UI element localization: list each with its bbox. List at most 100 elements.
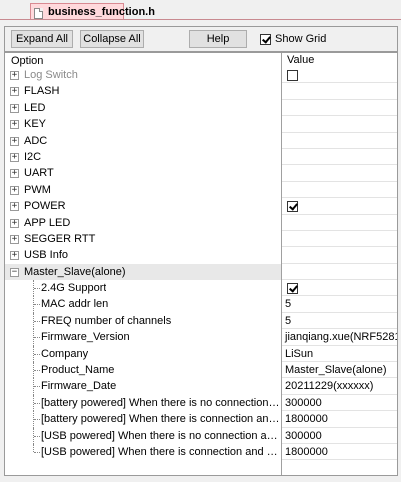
value-cell[interactable]: 5 bbox=[282, 313, 397, 330]
option-cell[interactable]: + Log Switch bbox=[5, 67, 281, 83]
option-cell[interactable]: + LED bbox=[5, 100, 281, 116]
collapse-icon[interactable]: − bbox=[10, 267, 19, 277]
value-cell[interactable]: Master_Slave(alone) bbox=[282, 362, 397, 379]
property-row-battery-powered-when-there-is-no-connect[interactable]: [battery powered] When there is no conne… bbox=[5, 394, 397, 412]
value-cell[interactable] bbox=[282, 198, 397, 215]
expand-icon[interactable]: + bbox=[10, 87, 19, 97]
option-cell[interactable]: Firmware_Version bbox=[5, 329, 281, 346]
show-grid-toggle[interactable]: Show Grid bbox=[260, 31, 326, 47]
property-row-usb-powered-when-there-is-no-connection-[interactable]: [USB powered] When there is no connectio… bbox=[5, 427, 397, 444]
value-cell[interactable] bbox=[282, 67, 397, 84]
property-row-company[interactable]: Company LiSun bbox=[5, 345, 397, 363]
option-cell[interactable]: [USB powered] When there is no connectio… bbox=[5, 427, 281, 444]
value-checkbox[interactable] bbox=[287, 70, 298, 81]
option-cell[interactable]: + USB Info bbox=[5, 247, 281, 263]
value-text[interactable]: LiSun bbox=[285, 348, 313, 360]
property-row-product-name[interactable]: Product_Name Master_Slave(alone) bbox=[5, 362, 397, 379]
tab-business-function[interactable]: business_function.h bbox=[30, 3, 155, 20]
expand-icon[interactable]: + bbox=[10, 202, 19, 212]
group-row-key[interactable]: + KEY bbox=[5, 116, 397, 133]
value-checkbox[interactable] bbox=[287, 201, 298, 213]
value-cell[interactable]: 300000 bbox=[282, 395, 397, 412]
group-row-usb-info[interactable]: + USB Info bbox=[5, 247, 397, 264]
group-row-flash[interactable]: + FLASH bbox=[5, 83, 397, 100]
group-row-i2c[interactable]: + I2C bbox=[5, 149, 397, 166]
value-text[interactable]: 1800000 bbox=[285, 413, 328, 425]
expand-icon[interactable]: + bbox=[10, 185, 19, 195]
property-row-firmware-version[interactable]: Firmware_Version jianqiang.xue(NRF52810) bbox=[5, 329, 397, 346]
option-cell[interactable]: Firmware_Date bbox=[5, 378, 281, 395]
option-cell[interactable]: − Master_Slave(alone) bbox=[5, 263, 281, 281]
property-row-firmware-date[interactable]: Firmware_Date 20211229(xxxxxx) bbox=[5, 378, 397, 395]
value-text[interactable]: 300000 bbox=[285, 397, 322, 409]
group-row-segger-rtt[interactable]: + SEGGER RTT bbox=[5, 231, 397, 248]
option-cell[interactable]: 2.4G Support bbox=[5, 280, 281, 297]
expand-icon[interactable]: + bbox=[10, 218, 19, 228]
expand-icon[interactable]: + bbox=[10, 169, 19, 179]
value-cell[interactable] bbox=[282, 280, 397, 297]
value-text[interactable]: 5 bbox=[285, 315, 291, 327]
value-cell[interactable] bbox=[282, 133, 397, 149]
value-text[interactable]: 5 bbox=[285, 298, 291, 310]
value-cell[interactable]: 20211229(xxxxxx) bbox=[282, 378, 397, 395]
value-cell[interactable] bbox=[282, 83, 397, 100]
value-cell[interactable] bbox=[282, 100, 397, 117]
help-button[interactable]: Help bbox=[189, 30, 247, 48]
value-cell[interactable]: jianqiang.xue(NRF52810) bbox=[282, 329, 397, 346]
value-cell[interactable] bbox=[282, 231, 397, 248]
group-row-led[interactable]: + LED bbox=[5, 100, 397, 117]
group-row-app-led[interactable]: + APP LED bbox=[5, 215, 397, 231]
value-cell[interactable]: 5 bbox=[282, 296, 397, 313]
group-row-power[interactable]: + POWER bbox=[5, 198, 397, 215]
value-cell[interactable]: 1800000 bbox=[282, 411, 397, 428]
option-cell[interactable]: + FLASH bbox=[5, 83, 281, 99]
option-cell[interactable]: Product_Name bbox=[5, 362, 281, 379]
property-row-2-4g-support[interactable]: 2.4G Support bbox=[5, 280, 397, 297]
value-checkbox[interactable] bbox=[287, 283, 298, 295]
option-cell[interactable]: + KEY bbox=[5, 116, 281, 132]
expand-icon[interactable]: + bbox=[10, 120, 19, 130]
show-grid-checkbox[interactable] bbox=[260, 33, 271, 45]
value-cell[interactable] bbox=[282, 264, 397, 281]
option-cell[interactable]: + I2C bbox=[5, 149, 281, 165]
value-cell[interactable]: LiSun bbox=[282, 346, 397, 363]
value-cell[interactable] bbox=[282, 182, 397, 199]
expand-icon[interactable]: + bbox=[10, 251, 19, 261]
expand-icon[interactable]: + bbox=[10, 71, 19, 80]
expand-icon[interactable]: + bbox=[10, 136, 19, 146]
value-cell[interactable] bbox=[282, 165, 397, 182]
property-row-usb-powered-when-there-is-connection-and[interactable]: [USB powered] When there is connection a… bbox=[5, 443, 397, 461]
expand-icon[interactable]: + bbox=[10, 234, 19, 244]
option-cell[interactable]: + ADC bbox=[5, 133, 281, 149]
group-row-master-slave-alone[interactable]: − Master_Slave(alone) bbox=[5, 263, 397, 281]
option-cell[interactable]: FREQ number of channels bbox=[5, 312, 281, 330]
value-text[interactable]: jianqiang.xue(NRF52810) bbox=[285, 331, 397, 343]
value-text[interactable]: Master_Slave(alone) bbox=[285, 364, 387, 376]
expand-all-button[interactable]: Expand All bbox=[11, 30, 73, 48]
group-row-log-switch[interactable]: + Log Switch bbox=[5, 67, 397, 84]
group-row-adc[interactable]: + ADC bbox=[5, 133, 397, 149]
option-cell[interactable]: + APP LED bbox=[5, 215, 281, 231]
value-text[interactable]: 300000 bbox=[285, 430, 322, 442]
option-cell[interactable]: + POWER bbox=[5, 198, 281, 214]
value-text[interactable]: 1800000 bbox=[285, 446, 328, 458]
option-cell[interactable]: [USB powered] When there is connection a… bbox=[5, 443, 281, 460]
option-cell[interactable]: Company bbox=[5, 345, 281, 363]
collapse-all-button[interactable]: Collapse All bbox=[80, 30, 144, 48]
value-cell[interactable]: 300000 bbox=[282, 428, 397, 444]
option-cell[interactable]: + PWM bbox=[5, 182, 281, 198]
value-cell[interactable] bbox=[282, 247, 397, 264]
option-cell[interactable]: [battery powered] When there is no conne… bbox=[5, 394, 281, 412]
value-cell[interactable] bbox=[282, 149, 397, 166]
group-row-uart[interactable]: + UART bbox=[5, 165, 397, 182]
option-cell[interactable]: MAC addr len bbox=[5, 296, 281, 313]
property-row-mac-addr-len[interactable]: MAC addr len 5 bbox=[5, 296, 397, 313]
property-row-battery-powered-when-there-is-connection[interactable]: [battery powered] When there is connecti… bbox=[5, 411, 397, 428]
option-cell[interactable]: [battery powered] When there is connecti… bbox=[5, 411, 281, 428]
expand-icon[interactable]: + bbox=[10, 152, 19, 162]
option-cell[interactable]: + SEGGER RTT bbox=[5, 231, 281, 247]
value-text[interactable]: 20211229(xxxxxx) bbox=[285, 380, 373, 392]
value-cell[interactable] bbox=[282, 116, 397, 133]
value-cell[interactable]: 1800000 bbox=[282, 444, 397, 461]
option-cell[interactable]: + UART bbox=[5, 165, 281, 181]
